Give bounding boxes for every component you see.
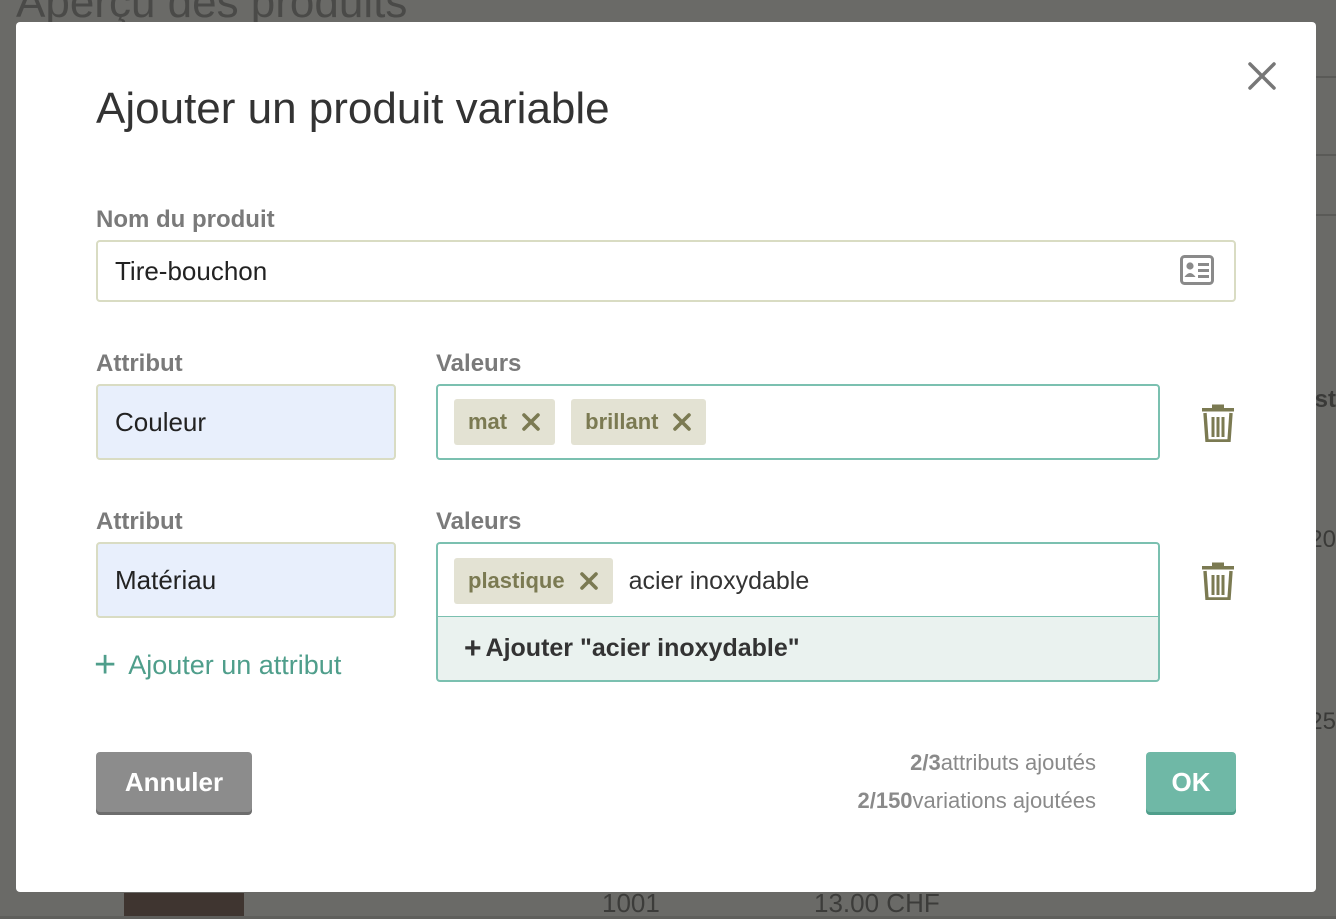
remove-tag-button[interactable] [672, 412, 692, 432]
trash-icon[interactable] [1201, 562, 1235, 600]
values-label: Valeurs [436, 350, 522, 377]
contact-card-icon[interactable] [1180, 255, 1214, 285]
attribute-label: Attribut [96, 350, 183, 377]
value-tag-brillant: brillant [571, 399, 707, 445]
value-tag-mat: mat [454, 399, 556, 445]
plus-icon: + [94, 644, 117, 686]
trash-icon[interactable] [1201, 404, 1235, 442]
value-tag-plastique: plastique [454, 558, 613, 604]
values-input-material[interactable]: plastique acier inoxydable [436, 542, 1160, 618]
variations-counter-label: variations ajoutées [912, 788, 1096, 813]
attribute-input-color[interactable]: Couleur [96, 384, 396, 460]
attributes-count: 2/3 [910, 750, 941, 775]
attribute-input-value: Matériau [115, 564, 217, 595]
cancel-button[interactable]: Annuler [96, 752, 252, 812]
add-attribute-label: Ajouter un attribut [128, 649, 342, 680]
close-button[interactable] [1244, 58, 1280, 94]
product-name-input[interactable]: Tire-bouchon [96, 240, 1236, 302]
background-cell-id: 1001 [602, 888, 660, 918]
values-label: Valeurs [436, 508, 522, 535]
attributes-counter-label: attributs ajoutés [940, 750, 1096, 775]
add-variable-product-dialog: Ajouter un produit variable Nom du produ… [16, 22, 1316, 892]
values-input-color[interactable]: mat brillant [436, 384, 1160, 460]
close-small-icon [673, 413, 692, 431]
dialog-title: Ajouter un produit variable [96, 84, 610, 133]
add-attribute-link[interactable]: + Ajouter un attribut [94, 646, 341, 684]
close-small-icon [579, 572, 598, 590]
attribute-input-material[interactable]: Matériau [96, 542, 396, 618]
close-icon [1248, 62, 1276, 90]
attribute-label: Attribut [96, 508, 183, 535]
value-tag-label: brillant [585, 409, 659, 434]
ok-button[interactable]: OK [1146, 752, 1236, 812]
close-small-icon [522, 413, 540, 431]
remove-tag-button[interactable] [521, 412, 541, 432]
add-value-suggestion[interactable]: + Ajouter "acier inoxydable" [436, 616, 1160, 682]
values-typed-text[interactable]: acier inoxydable [629, 567, 810, 596]
remove-tag-button[interactable] [579, 571, 599, 591]
background-column-header: st [1314, 386, 1336, 413]
product-name-label: Nom du produit [96, 206, 275, 233]
variations-count: 2/150 [857, 788, 913, 813]
add-value-suggestion-label: Ajouter "acier inoxydable" [485, 634, 800, 662]
background-product-thumbnail [124, 893, 244, 916]
background-cell-price: 13.00 CHF [814, 888, 940, 918]
value-tag-label: mat [468, 409, 508, 434]
attributes-counter: 2/3attributs ajoutés [910, 750, 1096, 776]
product-name-value: Tire-bouchon [115, 255, 268, 286]
plus-icon: + [464, 631, 482, 665]
variations-counter: 2/150variations ajoutées [857, 788, 1096, 814]
attribute-input-value: Couleur [115, 406, 207, 437]
value-tag-label: plastique [468, 568, 565, 593]
